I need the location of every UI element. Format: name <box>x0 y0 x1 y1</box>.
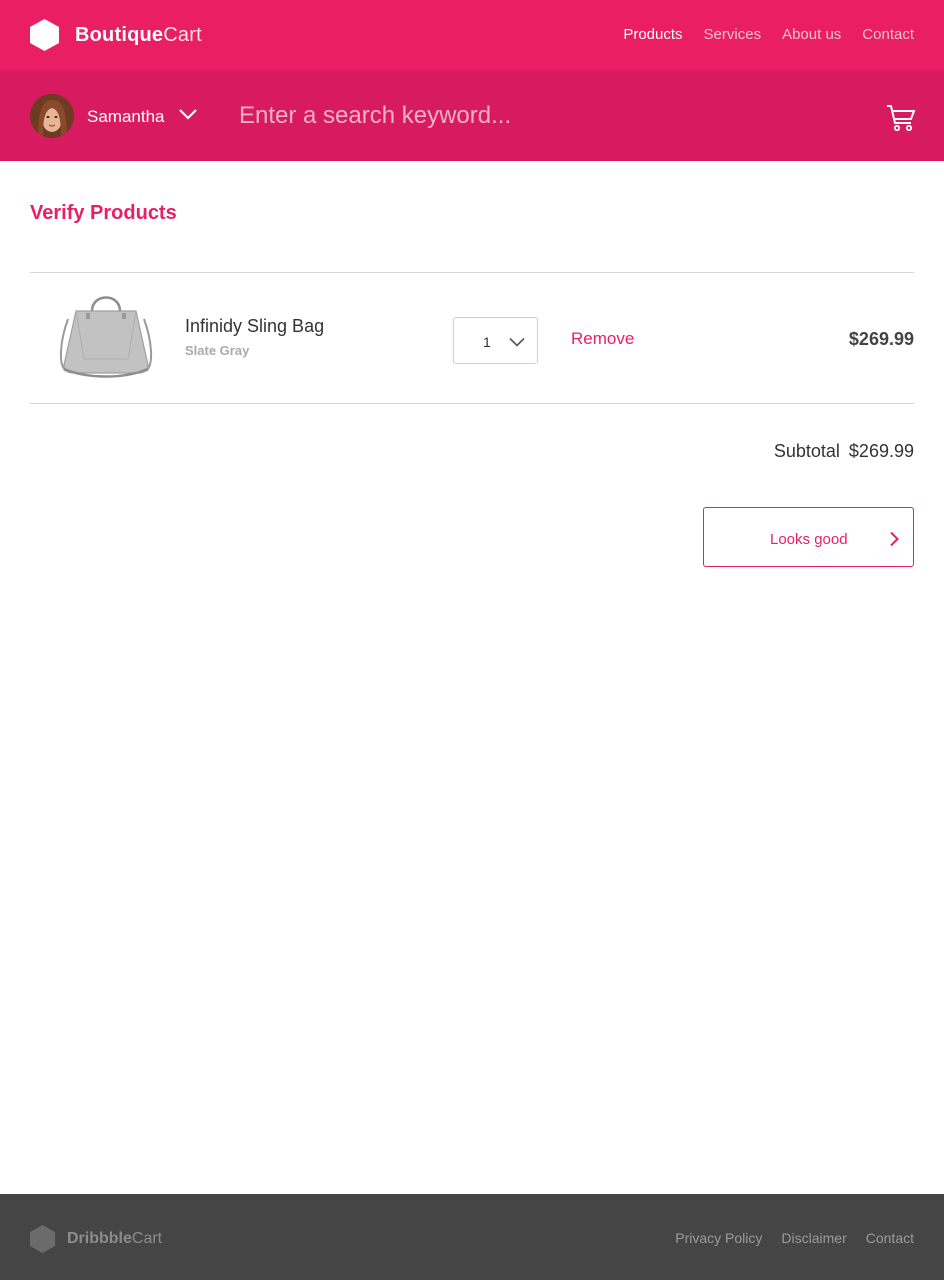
product-name[interactable]: Infinidy Sling Bag <box>185 316 324 337</box>
remove-button[interactable]: Remove <box>571 329 634 349</box>
footer-nav: Privacy Policy Disclaimer Contact <box>675 1230 914 1246</box>
looks-good-label: Looks good <box>770 531 848 548</box>
user-name[interactable]: Samantha <box>87 107 165 127</box>
nav-item-contact[interactable]: Contact <box>862 26 914 43</box>
subtotal: Subtotal $269.99 <box>774 441 914 462</box>
hexagon-icon <box>30 19 59 51</box>
footer-link-disclaimer[interactable]: Disclaimer <box>781 1230 846 1246</box>
brand-name: BoutiqueCart <box>75 24 202 47</box>
footer-brand-name: DribbbleCart <box>67 1230 162 1248</box>
brand-logo[interactable]: BoutiqueCart <box>30 18 202 52</box>
product-variant: Slate Gray <box>185 343 250 358</box>
footer: DribbbleCart Privacy Policy Disclaimer C… <box>0 1194 944 1280</box>
looks-good-button[interactable]: Looks good <box>703 507 914 567</box>
page-title: Verify Products <box>30 202 177 224</box>
chevron-right-icon <box>890 531 899 547</box>
quantity-select[interactable]: 1 <box>453 317 538 364</box>
hexagon-icon <box>30 1225 55 1253</box>
divider-bottom <box>30 403 914 404</box>
shopping-cart-icon[interactable] <box>886 104 916 132</box>
divider-top <box>30 272 914 273</box>
footer-brand-bold: Dribbble <box>67 1230 132 1247</box>
nav-item-about-us[interactable]: About us <box>782 26 841 43</box>
chevron-down-icon[interactable] <box>178 107 198 121</box>
avatar[interactable] <box>30 94 74 138</box>
brand-name-bold: Boutique <box>75 23 164 46</box>
nav-item-services[interactable]: Services <box>704 26 762 43</box>
nav-item-products[interactable]: Products <box>623 26 682 43</box>
footer-brand-light: Cart <box>131 1230 163 1247</box>
search-bar: Samantha <box>0 70 944 161</box>
search-input[interactable] <box>239 98 839 134</box>
quantity-value: 1 <box>483 334 491 350</box>
footer-link-contact[interactable]: Contact <box>866 1230 914 1246</box>
main-nav: Products Services About us Contact <box>623 26 914 43</box>
item-price: $269.99 <box>848 329 914 349</box>
footer-brand-logo[interactable]: DribbbleCart <box>30 1225 162 1253</box>
top-header: BoutiqueCart Products Services About us … <box>0 0 944 70</box>
subtotal-value: $269.99 <box>848 441 914 461</box>
chevron-down-icon <box>509 337 525 347</box>
subtotal-label: Subtotal <box>773 441 840 461</box>
brand-name-light: Cart <box>163 23 202 46</box>
product-image <box>60 296 152 378</box>
footer-link-privacy-policy[interactable]: Privacy Policy <box>675 1230 762 1246</box>
